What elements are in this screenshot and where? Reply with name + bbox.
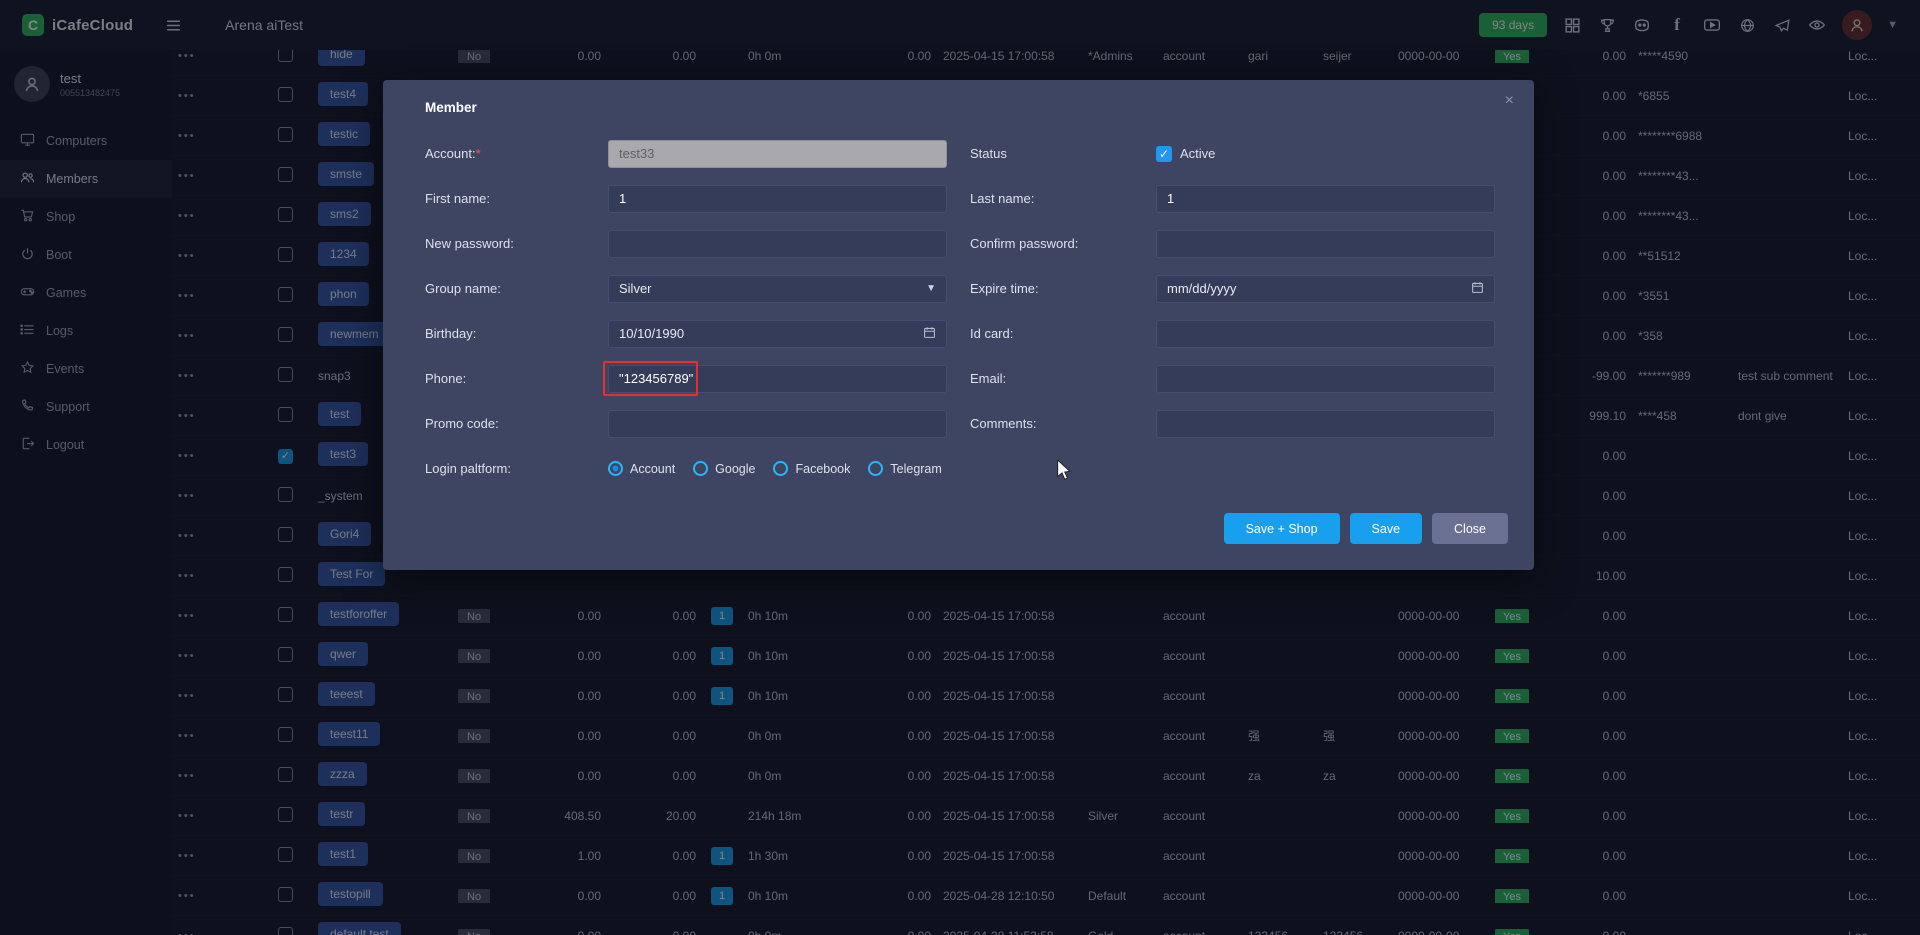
radio-icon[interactable] [868,461,883,476]
first-name-field[interactable] [608,185,947,213]
save-button[interactable]: Save [1350,513,1423,544]
calendar-icon[interactable] [1471,281,1484,297]
new-password-label: New password: [425,236,608,251]
status-checkbox-label: Active [1180,146,1215,161]
platform-option-label: Facebook [795,462,850,476]
radio-icon[interactable] [773,461,788,476]
member-modal: Member × Account:* Status ✓ Active First … [383,80,1534,570]
comments-field[interactable] [1156,410,1495,438]
promo-code-field[interactable] [608,410,947,438]
comments-label: Comments: [970,416,1156,431]
platform-option-google[interactable]: Google [693,461,755,476]
login-platform-label: Login paltform: [425,461,608,476]
calendar-icon[interactable] [923,326,936,342]
expire-time-label: Expire time: [970,281,1156,296]
email-label: Email: [970,371,1156,386]
phone-field[interactable] [608,365,947,393]
radio-icon[interactable] [693,461,708,476]
status-checkbox[interactable]: ✓ [1156,146,1172,162]
platform-option-telegram[interactable]: Telegram [868,461,941,476]
platform-option-label: Google [715,462,755,476]
phone-label: Phone: [425,371,608,386]
id-card-field[interactable] [1156,320,1495,348]
email-field[interactable] [1156,365,1495,393]
id-card-label: Id card: [970,326,1156,341]
close-icon[interactable]: × [1505,92,1514,110]
expire-time-field[interactable]: mm/dd/yyyy [1156,275,1495,303]
save-shop-button[interactable]: Save + Shop [1224,513,1340,544]
confirm-password-field[interactable] [1156,230,1495,258]
modal-title: Member [383,80,1534,121]
birthday-label: Birthday: [425,326,608,341]
first-name-label: First name: [425,191,608,206]
confirm-password-label: Confirm password: [970,236,1156,251]
account-field[interactable] [608,140,947,168]
select-caret-icon: ▼ [926,283,936,294]
platform-option-facebook[interactable]: Facebook [773,461,850,476]
status-label: Status [970,146,1156,161]
radio-icon[interactable] [608,461,623,476]
birthday-field[interactable]: 10/10/1990 [608,320,947,348]
last-name-field[interactable] [1156,185,1495,213]
platform-option-label: Telegram [890,462,941,476]
account-label: Account:* [425,146,608,161]
platform-options: Account Google Facebook Telegram [608,461,942,476]
new-password-field[interactable] [608,230,947,258]
close-button[interactable]: Close [1432,513,1508,544]
last-name-label: Last name: [970,191,1156,206]
group-select[interactable]: Silver ▼ [608,275,947,303]
group-name-label: Group name: [425,281,608,296]
platform-option-label: Account [630,462,675,476]
platform-option-account[interactable]: Account [608,461,675,476]
promo-code-label: Promo code: [425,416,608,431]
